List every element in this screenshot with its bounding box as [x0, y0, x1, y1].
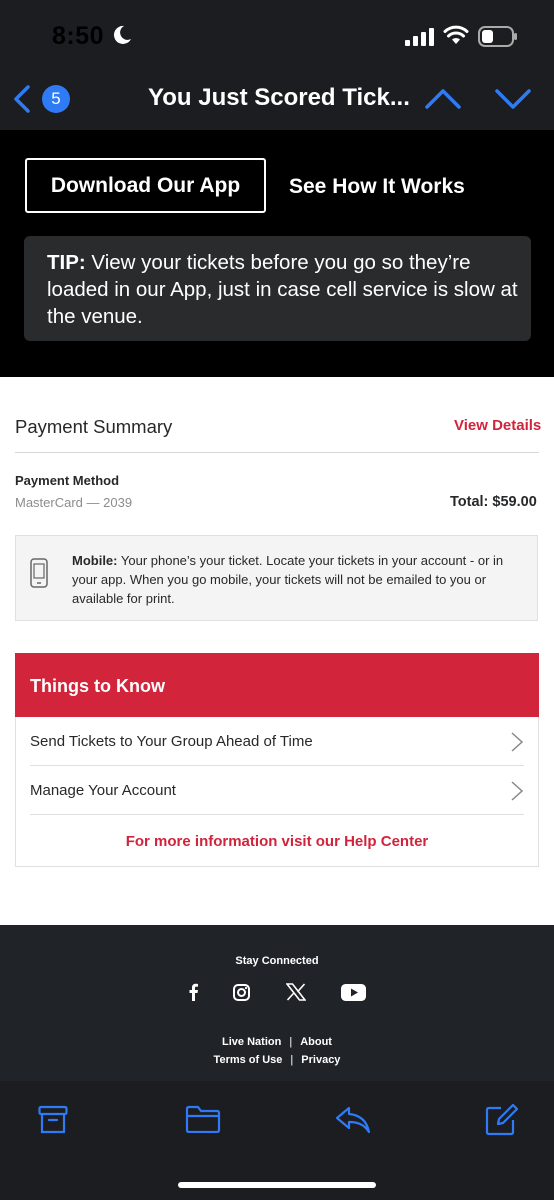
- help-center-link[interactable]: For more information visit our Help Cent…: [0, 833, 554, 850]
- previous-message-chevron-up-icon[interactable]: [424, 86, 462, 112]
- mobile-phone-icon: [30, 558, 48, 588]
- things-to-know-title: Things to Know: [30, 676, 165, 696]
- reply-icon[interactable]: [335, 1105, 371, 1135]
- link-separator: |: [290, 1054, 294, 1066]
- archive-icon[interactable]: [38, 1105, 68, 1135]
- chevron-right-icon: [511, 732, 524, 752]
- compose-icon[interactable]: [485, 1104, 519, 1136]
- payment-method-label: Payment Method: [15, 473, 120, 488]
- moon-icon: [113, 25, 131, 44]
- youtube-icon[interactable]: [341, 984, 366, 1001]
- list-item-manage-account[interactable]: Manage Your Account: [30, 781, 524, 814]
- unread-count-badge[interactable]: 5: [42, 85, 70, 113]
- payment-total: Total: $59.00: [450, 494, 537, 510]
- terms-of-use-link[interactable]: Terms of Use: [214, 1054, 283, 1066]
- x-icon[interactable]: [286, 983, 306, 1001]
- tip-body: View your tickets before you go so they’…: [47, 251, 518, 328]
- payment-summary-heading: Payment Summary: [15, 416, 173, 437]
- mobile-notice-text: Mobile: Your phone’s your ticket. Locate…: [72, 551, 520, 608]
- download-app-button[interactable]: Download Our App: [25, 158, 266, 213]
- divider: [30, 814, 524, 815]
- home-indicator[interactable]: [178, 1182, 376, 1188]
- list-item-label: Send Tickets to Your Group Ahead of Time: [30, 733, 313, 750]
- next-message-chevron-down-icon[interactable]: [494, 86, 532, 112]
- list-item-send-tickets[interactable]: Send Tickets to Your Group Ahead of Time: [30, 732, 524, 765]
- chevron-right-icon: [511, 781, 524, 801]
- view-details-link[interactable]: View Details: [454, 417, 541, 434]
- mobile-notice-label: Mobile:: [72, 553, 118, 568]
- status-time: 8:50: [52, 22, 105, 50]
- payment-method-value: MasterCard — 2039: [15, 495, 133, 510]
- footer-links-row-2: Terms of Use | Privacy: [0, 1054, 554, 1066]
- email-subject-title: You Just Scored Tick...: [148, 84, 410, 111]
- folder-icon[interactable]: [185, 1105, 221, 1133]
- see-how-it-works-link[interactable]: See How It Works: [289, 175, 465, 199]
- tip-label: TIP:: [47, 251, 86, 274]
- list-item-label: Manage Your Account: [30, 782, 176, 799]
- about-link[interactable]: About: [300, 1036, 332, 1048]
- privacy-link[interactable]: Privacy: [301, 1054, 340, 1066]
- footer-links-row-1: Live Nation | About: [0, 1036, 554, 1048]
- link-separator: |: [289, 1036, 293, 1048]
- facebook-icon[interactable]: [187, 983, 199, 1001]
- live-nation-link[interactable]: Live Nation: [222, 1036, 281, 1048]
- divider: [15, 452, 539, 453]
- divider: [30, 765, 524, 766]
- stay-connected-label: Stay Connected: [235, 955, 319, 967]
- wifi-icon: [443, 25, 469, 44]
- mobile-notice-body: Your phone’s your ticket. Locate your ti…: [72, 553, 504, 606]
- instagram-icon[interactable]: [233, 984, 250, 1001]
- back-chevron-icon[interactable]: [10, 84, 34, 114]
- cellular-signal-icon: [405, 28, 434, 46]
- battery-icon: [478, 26, 517, 47]
- tip-text: TIP: View your tickets before you go so …: [47, 249, 527, 330]
